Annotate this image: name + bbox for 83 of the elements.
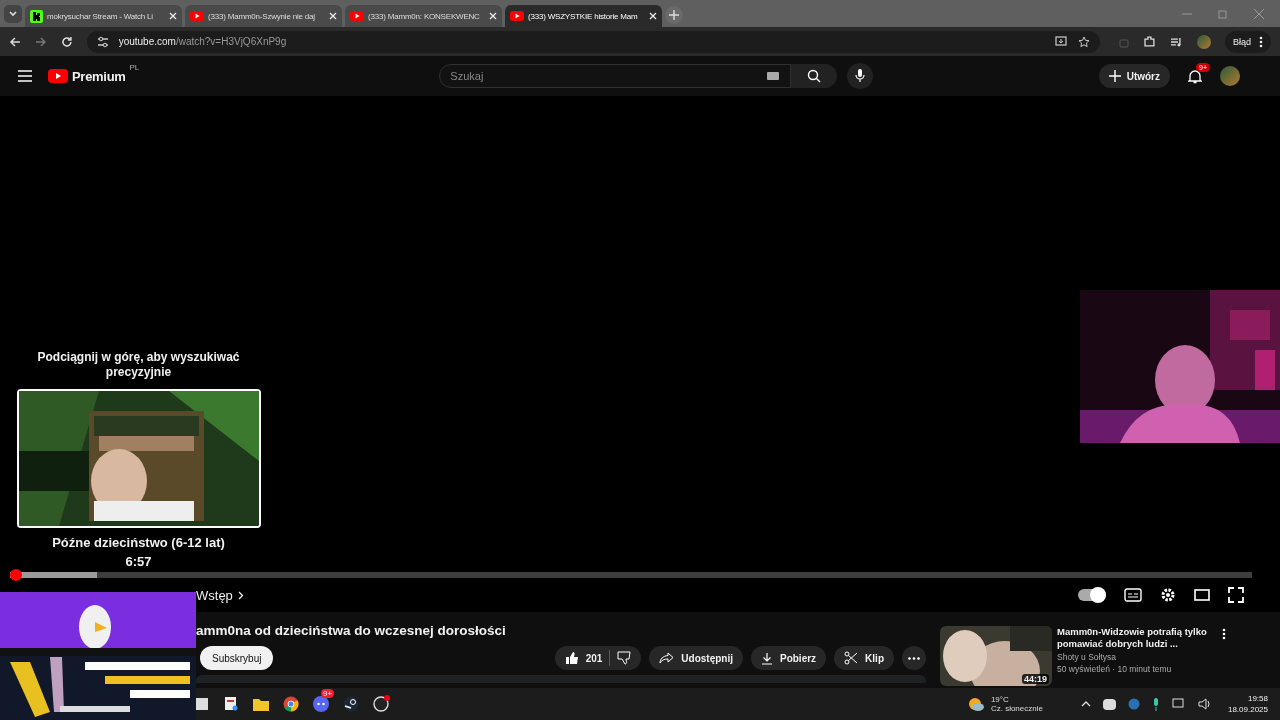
more-button[interactable]	[902, 646, 926, 670]
subtitles-icon[interactable]	[1124, 588, 1142, 602]
network-icon[interactable]	[1171, 698, 1186, 710]
new-tab-button[interactable]	[665, 6, 683, 24]
youtube-logo-icon	[190, 11, 204, 21]
plus-icon	[669, 10, 679, 20]
forward-icon[interactable]	[34, 35, 47, 48]
browser-tab[interactable]: (333) Mamm0n: KONSEKWENC	[345, 5, 502, 27]
video-meta: 50 wyświetleń · 10 minut temu	[1057, 664, 1173, 674]
subscribe-button[interactable]: Subskrybuj	[200, 646, 274, 670]
voice-search-button[interactable]	[847, 63, 874, 89]
partly-sunny-icon	[966, 696, 985, 712]
more-icon[interactable]	[1222, 628, 1226, 640]
browser-tab[interactable]: (333) WSZYSTKIE historie Mam	[505, 5, 662, 27]
reload-icon[interactable]	[60, 35, 73, 48]
fullscreen-icon[interactable]	[1228, 587, 1244, 603]
youtube-logo-icon	[510, 11, 524, 21]
autoplay-toggle[interactable]	[1078, 589, 1106, 601]
chevron-right-icon	[237, 590, 244, 600]
theater-mode-icon[interactable]	[1194, 589, 1210, 601]
progress-bar[interactable]	[10, 569, 1252, 581]
clip-button[interactable]: Klip	[834, 646, 894, 670]
install-app-icon[interactable]	[1054, 35, 1068, 48]
preview-time: 6:57	[125, 554, 152, 569]
microphone-icon[interactable]	[1151, 697, 1160, 711]
channel-name[interactable]: Shoty u Sołtysa	[1057, 652, 1207, 662]
temperature: 19°C	[990, 695, 1010, 704]
notification-badge: 9+	[321, 689, 335, 698]
extensions-icon[interactable]	[1143, 35, 1157, 48]
url-text: youtube.com/watch?v=H3VjQ6XnP9g	[118, 36, 287, 47]
avatar-icon[interactable]	[1197, 34, 1211, 49]
share-button[interactable]: Udostępnij	[649, 646, 743, 670]
video-title: amm0na od dzieciństwa do wczesnej dorosłości	[196, 623, 507, 638]
volume-icon[interactable]	[1197, 698, 1212, 710]
search-button[interactable]	[791, 64, 838, 88]
settings-icon[interactable]	[1160, 587, 1176, 603]
more-icon[interactable]	[1259, 35, 1264, 48]
youtube-logo-icon[interactable]	[48, 69, 68, 83]
obs-icon[interactable]	[372, 695, 390, 713]
search-icon	[807, 69, 822, 83]
star-icon[interactable]	[1077, 35, 1090, 48]
chrome-icon[interactable]	[283, 696, 299, 712]
chapter-title: Późne dzieciństwo (6-12 lat)	[52, 535, 225, 550]
tab-list-button[interactable]	[4, 5, 22, 23]
scrubber-handle[interactable]	[10, 569, 22, 581]
chapter-button[interactable]: Wstęp	[196, 587, 244, 603]
youtube-logo-icon	[350, 11, 364, 21]
plus-icon	[1108, 70, 1121, 82]
browser-tab[interactable]: (333) Mamm0n-Szwynie nie daj	[185, 5, 342, 27]
search-field[interactable]: Szukaj	[439, 64, 792, 88]
weather-text: Cz. słonecznie	[990, 704, 1043, 713]
bell-icon[interactable]	[1188, 68, 1202, 84]
more-icon	[908, 656, 920, 660]
region-label: PL	[129, 62, 140, 72]
download-icon	[761, 651, 773, 665]
chevron-down-icon	[8, 9, 18, 19]
keyboard-icon[interactable]	[767, 72, 780, 80]
back-icon[interactable]	[9, 35, 21, 48]
microphone-icon	[855, 69, 866, 83]
chevron-up-icon[interactable]	[1080, 701, 1091, 707]
browser-tab[interactable]: mokrysuchar Stream - Watch Li	[25, 5, 182, 27]
share-icon	[659, 652, 675, 664]
scissors-icon	[844, 651, 859, 665]
logo-text: Premium	[72, 68, 126, 84]
thumbs-up-icon[interactable]	[564, 651, 579, 665]
clock-time[interactable]: 19:58	[1227, 693, 1268, 704]
kick-logo-icon	[30, 9, 43, 23]
like-count: 201	[585, 652, 603, 664]
media-queue-icon[interactable]	[1170, 35, 1184, 48]
profile-error-button[interactable]: Błąd	[1225, 30, 1272, 53]
video-duration: 44:19	[1021, 674, 1049, 684]
download-button[interactable]: Pobierz	[751, 646, 827, 670]
seek-hint: Podciągnij w górę, aby wyszukiwać precyzyjnie	[36, 350, 241, 380]
site-settings-icon[interactable]	[96, 35, 109, 48]
avatar-icon[interactable]	[1220, 66, 1240, 86]
folder-icon[interactable]	[252, 696, 270, 712]
video-title[interactable]: Mamm0n-Widzowie potrafią tylko pomawiać dobrych ludzi ...	[1057, 626, 1207, 650]
address-bar[interactable]: youtube.com/watch?v=H3VjQ6XnP9g	[86, 30, 1100, 53]
clock-date[interactable]: 18.09.2025	[1227, 704, 1268, 715]
menu-icon[interactable]	[18, 70, 32, 82]
like-dislike-control[interactable]: 201	[554, 646, 642, 670]
thumbs-down-icon[interactable]	[617, 651, 632, 665]
create-button[interactable]: Utwórz	[1098, 64, 1170, 88]
